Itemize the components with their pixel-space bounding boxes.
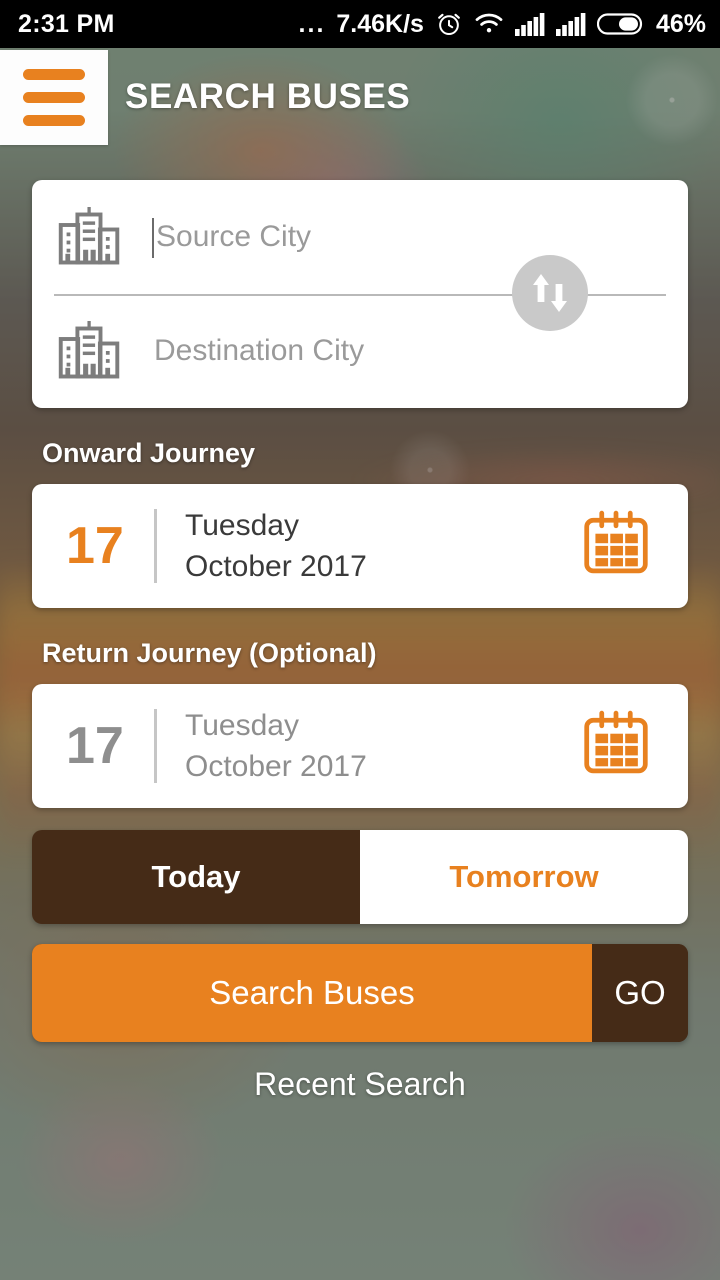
hamburger-menu-icon-bar: [23, 91, 85, 103]
onward-date-text: Tuesday October 2017: [185, 508, 367, 584]
status-bar: 2:31 PM ... 7.46K/s 46%: [0, 0, 720, 48]
onward-weekday: Tuesday: [185, 509, 299, 543]
return-weekday: Tuesday: [185, 709, 299, 743]
return-day-number: 17: [66, 717, 124, 775]
return-date-card[interactable]: 17 Tuesday October 2017: [32, 684, 688, 808]
go-button[interactable]: GO: [592, 944, 688, 1042]
phone-screen: 2:31 PM ... 7.46K/s 46% SEARCH BUSES Sou…: [0, 0, 720, 1280]
date-separator: [154, 709, 157, 783]
wifi-icon: [475, 13, 503, 33]
return-month-year: October 2017: [185, 749, 367, 783]
status-time: 2:31 PM: [18, 9, 115, 38]
calendar-icon: [584, 510, 648, 573]
hamburger-menu-icon-bar: [23, 114, 85, 126]
main-content: Source City Destination City Onward Jour…: [0, 146, 720, 1103]
alarm-clock-icon: [438, 13, 460, 36]
onward-month-year: October 2017: [185, 549, 367, 583]
city-selection-card: Source City Destination City: [32, 180, 688, 408]
buildings-icon: [58, 321, 120, 379]
tomorrow-tab[interactable]: Tomorrow: [360, 830, 688, 924]
onward-day-number: 17: [66, 517, 124, 575]
battery-percent-label: 46%: [655, 9, 706, 38]
status-indicators: ... 7.46K/s 46%: [299, 10, 706, 39]
swap-vertical-arrows-icon: [533, 274, 567, 312]
search-action-bar: Search Buses GO: [32, 944, 688, 1042]
today-tab[interactable]: Today: [32, 830, 360, 924]
text-cursor: [152, 218, 154, 258]
source-city-input[interactable]: Source City: [156, 220, 311, 254]
onward-journey-label: Onward Journey: [42, 438, 256, 468]
onward-calendar-button[interactable]: [578, 506, 654, 587]
hamburger-menu-button[interactable]: [0, 49, 108, 145]
app-bar: SEARCH BUSES: [0, 48, 720, 146]
swap-cities-button[interactable]: [512, 255, 588, 331]
return-date-text: Tuesday October 2017: [185, 708, 367, 784]
buildings-icon: [58, 207, 120, 265]
search-buses-button[interactable]: Search Buses: [32, 944, 592, 1042]
notification-dots-icon: ...: [298, 9, 326, 38]
date-separator: [154, 509, 157, 583]
network-speed-label: 7.46K/s: [336, 9, 424, 38]
signal-bars-icon: [514, 13, 545, 36]
battery-icon: [596, 13, 643, 35]
page-title: SEARCH BUSES: [125, 77, 411, 116]
return-journey-label: Return Journey (Optional): [42, 638, 377, 668]
recent-search-link[interactable]: Recent Search: [0, 1066, 720, 1103]
calendar-icon: [584, 710, 648, 773]
destination-city-input[interactable]: Destination City: [154, 334, 364, 368]
hamburger-menu-icon: [23, 68, 85, 80]
signal-bars-icon: [555, 13, 586, 36]
return-calendar-button[interactable]: [578, 706, 654, 787]
onward-date-card[interactable]: 17 Tuesday October 2017: [32, 484, 688, 608]
quick-date-toggle: Today Tomorrow: [32, 830, 688, 924]
